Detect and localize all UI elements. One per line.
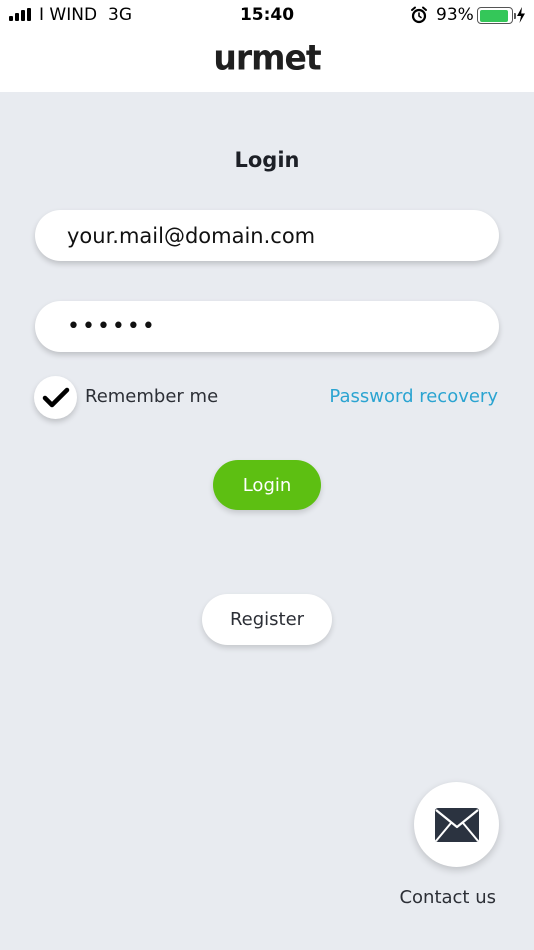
urmet-logo: urmet xyxy=(213,37,321,78)
password-field[interactable]: •••••• xyxy=(35,301,499,352)
email-value: your.mail@domain.com xyxy=(67,223,316,248)
remember-me-checkbox[interactable] xyxy=(34,376,77,419)
battery-fill xyxy=(479,9,509,22)
contact-us-label[interactable]: Contact us xyxy=(0,887,534,908)
email-field[interactable]: your.mail@domain.com xyxy=(35,210,499,261)
page-title: Login xyxy=(234,148,300,172)
remember-me-label[interactable]: Remember me xyxy=(85,386,218,407)
register-button[interactable]: Register xyxy=(202,594,332,645)
checkmark-icon xyxy=(42,387,69,407)
app-header: I WIND 3G 15:40 93% urmet xyxy=(0,0,534,92)
login-button[interactable]: Login xyxy=(213,460,321,510)
alarm-icon xyxy=(411,6,427,24)
password-value: •••••• xyxy=(67,314,157,339)
contact-us-button[interactable] xyxy=(414,782,499,867)
password-recovery-link[interactable]: Password recovery xyxy=(329,386,498,407)
battery-percent: 93% xyxy=(436,5,474,25)
charging-icon xyxy=(517,7,525,23)
battery-icon xyxy=(477,7,516,24)
status-bar: I WIND 3G 15:40 93% xyxy=(0,0,534,32)
mail-icon xyxy=(434,807,479,842)
